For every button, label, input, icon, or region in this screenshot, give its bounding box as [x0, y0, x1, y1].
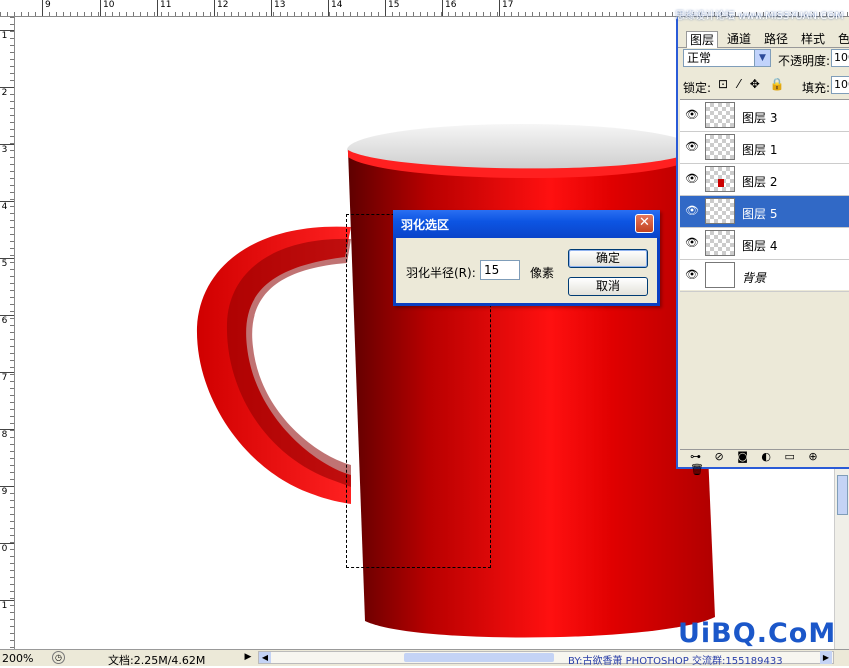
- ruler-label: 9: [1, 487, 8, 497]
- ruler-left: 1 2 3 4 5 6 7 8 9 0 1: [0, 17, 15, 649]
- layer-name: 图层 4: [742, 239, 778, 253]
- layer-thumbnail: [705, 102, 735, 128]
- panel-footer-icons[interactable]: ⊶ ⊘ ◙ ◐ ▭ ⊕ 🗑: [680, 449, 849, 476]
- scroll-thumb[interactable]: [404, 653, 554, 662]
- layer-row[interactable]: 👁 图层 1: [680, 132, 849, 164]
- ruler-label: 13: [274, 0, 286, 10]
- dialog-title: 羽化选区: [401, 218, 450, 232]
- ok-button[interactable]: 确定: [568, 249, 648, 268]
- panel-tabs: 图层 通道 路径 样式 色: [678, 29, 849, 48]
- layer-row[interactable]: 👁 图层 3: [680, 100, 849, 132]
- opacity-input[interactable]: 100: [831, 49, 849, 67]
- ruler-label: 8: [1, 430, 8, 440]
- tab-channels[interactable]: 通道: [724, 31, 754, 47]
- ruler-label: 11: [160, 0, 172, 10]
- eye-icon[interactable]: 👁: [684, 108, 700, 122]
- zoom-level[interactable]: 200%: [2, 652, 33, 665]
- tab-paths[interactable]: 路径: [761, 31, 791, 47]
- watermark-top: 思缘设计论坛 www.MISSYUAN.COM: [675, 11, 844, 22]
- ruler-label: 16: [445, 0, 457, 10]
- eye-icon[interactable]: 👁: [684, 204, 700, 218]
- layer-row-selected[interactable]: 👁 图层 5: [680, 196, 849, 228]
- blend-mode-value: 正常: [687, 51, 712, 65]
- feather-radius-input[interactable]: 15: [480, 260, 520, 280]
- watermark-bottom: UiBQ.CoM: [678, 618, 837, 649]
- layer-name: 图层 1: [742, 143, 778, 157]
- eye-icon[interactable]: 👁: [684, 236, 700, 250]
- tab-layers[interactable]: 图层: [686, 31, 719, 48]
- ruler-label: 3: [1, 145, 8, 155]
- ruler-label: 12: [217, 0, 229, 10]
- ruler-label: 10: [103, 0, 115, 10]
- ruler-label: 0: [1, 544, 8, 554]
- ruler-label: 5: [1, 259, 8, 269]
- navigator-icon[interactable]: ◷: [52, 651, 65, 664]
- layer-name: 图层 2: [742, 175, 778, 189]
- feather-radius-label: 羽化半径(R):: [406, 266, 476, 280]
- vertical-scrollbar[interactable]: [834, 469, 849, 649]
- chevron-down-icon[interactable]: ▼: [754, 50, 770, 66]
- scroll-right-icon[interactable]: ▶: [820, 651, 832, 664]
- layers-panel: 图层 通道 路径 样式 色 正常 ▼ 不透明度: 100 锁定: ⊡ ⁄ ✥ 🔒…: [676, 17, 849, 476]
- scroll-thumb[interactable]: [837, 475, 848, 515]
- layer-thumbnail: [705, 134, 735, 160]
- ruler-label: 14: [331, 0, 343, 10]
- ruler-label: 1: [1, 601, 8, 611]
- unit-label: 像素: [530, 266, 555, 280]
- feather-selection-dialog: 羽化选区 ✕ 羽化半径(R): 15 像素 确定 取消: [393, 210, 660, 306]
- layer-name: 图层 3: [742, 111, 778, 125]
- eye-icon[interactable]: 👁: [684, 172, 700, 186]
- document-size: 文档:2.25M/4.62M: [108, 654, 206, 667]
- tab-color[interactable]: 色: [835, 31, 849, 47]
- scroll-left-icon[interactable]: ◀: [259, 652, 271, 663]
- layer-row[interactable]: 👁 图层 4: [680, 228, 849, 260]
- blend-mode-select[interactable]: 正常 ▼: [683, 49, 771, 67]
- layer-thumbnail: [705, 166, 735, 192]
- opacity-label: 不透明度:: [778, 54, 831, 68]
- close-icon[interactable]: ✕: [635, 214, 654, 233]
- layer-thumbnail: [705, 230, 735, 256]
- layer-thumbnail: [705, 262, 735, 288]
- fill-input[interactable]: 100: [831, 76, 849, 94]
- ruler-label: 9: [45, 0, 51, 10]
- play-arrow-icon[interactable]: ▶: [242, 651, 254, 664]
- ruler-label: 1: [1, 31, 8, 41]
- ruler-label: 2: [1, 88, 8, 98]
- layer-name: 图层 5: [742, 207, 778, 221]
- ruler-label: 4: [1, 202, 8, 212]
- layer-row[interactable]: 👁 图层 2: [680, 164, 849, 196]
- layer-list: 👁 图层 3 👁 图层 1 👁 图层 2 👁 图层 5 👁 图层 4 👁 背景: [680, 99, 849, 292]
- fill-label: 填充:: [802, 81, 831, 95]
- layer-row[interactable]: 👁 背景: [680, 260, 849, 292]
- ruler-label: 7: [1, 373, 8, 383]
- layer-thumbnail: [705, 198, 735, 224]
- layer-name: 背景: [742, 271, 767, 285]
- ruler-label: 15: [388, 0, 400, 10]
- lock-label: 锁定:: [683, 81, 712, 95]
- dialog-titlebar[interactable]: 羽化选区 ✕: [393, 210, 660, 238]
- eye-icon[interactable]: 👁: [684, 268, 700, 282]
- status-bar: 200% ◷ 文档:2.25M/4.62M ▶ ◀ BY:古欲香萧 PHOTOS…: [0, 649, 849, 667]
- cancel-button[interactable]: 取消: [568, 277, 648, 296]
- ruler-label: 17: [502, 0, 514, 10]
- ruler-label: 6: [1, 316, 8, 326]
- eye-icon[interactable]: 👁: [684, 140, 700, 154]
- lock-icons[interactable]: ⊡ ⁄ ✥ 🔒: [718, 77, 788, 91]
- tab-styles[interactable]: 样式: [798, 31, 828, 47]
